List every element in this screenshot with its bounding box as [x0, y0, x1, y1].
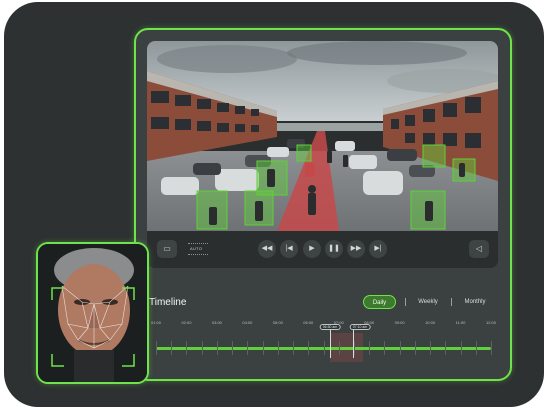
- track-tick: [232, 341, 234, 355]
- car: [161, 177, 199, 195]
- tick-label: 04:00: [242, 320, 253, 325]
- tab-separator: [451, 298, 452, 306]
- previous-button[interactable]: |◀: [280, 240, 298, 258]
- auto-toggle[interactable]: AUTO: [190, 246, 202, 251]
- pause-button[interactable]: ❚❚: [325, 240, 343, 258]
- car: [215, 169, 259, 191]
- tick-label: 12:00: [485, 320, 497, 325]
- rewind-button[interactable]: ◀◀: [258, 240, 276, 258]
- tick-label: 06:00: [303, 320, 314, 325]
- range-end-label: 07:10 am: [349, 324, 371, 330]
- video-controls: ▭ AUTO ◀◀ |◀ ▶ ❚❚ ▶▶ ▶| ◁: [147, 231, 498, 268]
- divider: [188, 254, 208, 255]
- track-tick: [293, 341, 295, 355]
- next-button[interactable]: ▶|: [369, 240, 387, 258]
- car: [193, 163, 221, 175]
- volume-icon[interactable]: ◁: [469, 240, 489, 258]
- car: [363, 171, 403, 195]
- track-tick: [308, 341, 310, 355]
- camera-feed-image: [147, 41, 498, 231]
- tab-separator: [405, 298, 406, 306]
- track-tick: [399, 341, 401, 355]
- track-tick: [430, 341, 432, 355]
- range-end-marker[interactable]: [353, 328, 354, 358]
- detection-box: [296, 144, 312, 162]
- track-tick: [262, 341, 264, 355]
- forward-button[interactable]: ▶▶: [347, 240, 365, 258]
- tick-label: 03:00: [211, 320, 222, 325]
- tick-label: 05:00: [272, 320, 283, 325]
- divider: [188, 243, 208, 244]
- video-player[interactable]: ▭ AUTO ◀◀ |◀ ▶ ❚❚ ▶▶ ▶| ◁: [147, 41, 498, 268]
- track-tick: [201, 341, 203, 355]
- tick-label: 10:00: [425, 320, 436, 325]
- tick-label: 09:00: [394, 320, 405, 325]
- car: [267, 147, 289, 157]
- timeline-title: Timeline: [149, 297, 187, 308]
- tab-weekly[interactable]: Weekly: [411, 295, 445, 309]
- track-tick: [156, 341, 157, 355]
- screen-icon[interactable]: ▭: [157, 240, 177, 258]
- track-tick: [414, 341, 416, 355]
- car: [305, 163, 315, 177]
- track-tick: [445, 341, 447, 355]
- car: [335, 141, 355, 151]
- track-tick: [216, 341, 218, 355]
- track-tick: [186, 341, 188, 355]
- tick-label: 02:00: [181, 320, 192, 325]
- track-tick: [369, 341, 371, 355]
- track-tick: [475, 341, 477, 355]
- track-tick: [171, 341, 173, 355]
- timeline-panel: Timeline Daily Weekly Monthly 01:00 02:00…: [147, 285, 498, 368]
- track-tick: [277, 341, 279, 355]
- car: [387, 149, 417, 161]
- play-button[interactable]: ▶: [303, 240, 321, 258]
- face-recognition-card: [36, 242, 149, 384]
- track-tick: [491, 341, 492, 355]
- track-tick: [384, 341, 386, 355]
- face-scan-image: [38, 244, 147, 382]
- range-start-marker[interactable]: [330, 328, 331, 358]
- track-tick: [353, 341, 355, 355]
- track-tick: [247, 341, 249, 355]
- tab-daily[interactable]: Daily: [363, 295, 396, 309]
- car: [349, 155, 377, 169]
- tick-label: 11:00: [455, 320, 466, 325]
- track-tick: [338, 341, 340, 355]
- tick-label: 01:00: [150, 320, 162, 325]
- detection-box: [422, 144, 446, 168]
- range-start-label: 06:50 am: [319, 324, 341, 330]
- track-tick: [460, 341, 462, 355]
- track-tick: [323, 341, 325, 355]
- tab-monthly[interactable]: Monthly: [457, 295, 493, 309]
